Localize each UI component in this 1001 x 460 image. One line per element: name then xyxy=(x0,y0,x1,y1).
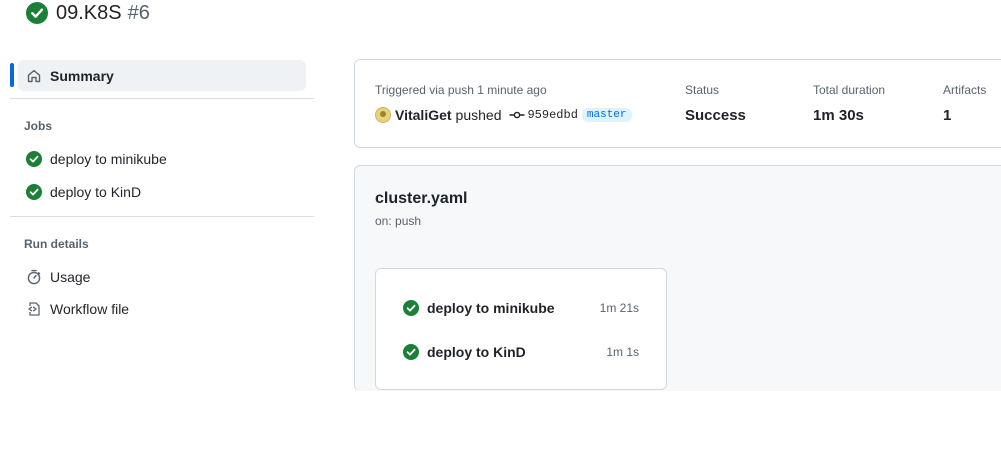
trigger-info: Triggered via push 1 minute ago VitaliGe… xyxy=(375,83,632,124)
git-commit-icon xyxy=(509,111,526,119)
sidebar-item-label: Workflow file xyxy=(50,301,130,317)
job-name: deploy to minikube xyxy=(427,300,555,316)
file-code-icon xyxy=(28,302,40,316)
divider xyxy=(10,216,314,217)
home-icon xyxy=(27,69,41,82)
actor-link[interactable]: VitaliGet xyxy=(395,107,452,123)
branch-badge[interactable]: master xyxy=(581,108,632,122)
artifacts-label: Artifacts xyxy=(943,83,987,97)
check-circle-icon xyxy=(26,151,42,167)
check-circle-icon xyxy=(26,184,42,200)
sidebar-item-label: Summary xyxy=(50,67,114,84)
run-details-heading: Run details xyxy=(24,237,89,251)
commit-sha-link[interactable]: 959edbd xyxy=(527,108,577,122)
run-summary-card: Triggered via push 1 minute ago VitaliGe… xyxy=(354,59,1001,148)
duration-value[interactable]: 1m 30s xyxy=(813,106,885,124)
graph-job-kind[interactable]: deploy to KinD 1m 1s xyxy=(403,343,639,361)
workflow-graph-panel: cluster.yaml on: push deploy to minikube… xyxy=(354,165,1001,391)
sidebar-item-usage[interactable]: Usage xyxy=(18,263,306,291)
job-name: deploy to KinD xyxy=(427,344,526,360)
status-label: Status xyxy=(685,83,720,97)
sidebar-item-label: deploy to KinD xyxy=(50,184,142,200)
status-info: Status Success xyxy=(685,83,746,124)
duration-label: Total duration xyxy=(813,83,886,97)
action-text: pushed xyxy=(455,107,502,123)
divider xyxy=(10,98,314,99)
sidebar-item-workflow-file[interactable]: Workflow file xyxy=(18,295,306,323)
graph-job-minikube[interactable]: deploy to minikube 1m 21s xyxy=(403,299,639,317)
job-duration: 1m 1s xyxy=(606,345,639,359)
sidebar: Summary Jobs deploy to minikube deploy t… xyxy=(0,0,320,460)
job-group-box: deploy to minikube 1m 21s deploy to KinD… xyxy=(375,268,667,390)
workflow-name: cluster.yaml xyxy=(375,190,468,207)
jobs-heading: Jobs xyxy=(24,119,53,133)
avatar[interactable] xyxy=(375,107,391,123)
trigger-label: Triggered via push 1 minute ago xyxy=(375,83,547,97)
sidebar-item-job-minikube[interactable]: deploy to minikube xyxy=(18,145,306,173)
check-circle-icon xyxy=(403,300,419,316)
stopwatch-icon xyxy=(27,269,41,285)
sidebar-item-label: Usage xyxy=(50,269,91,285)
workflow-trigger: on: push xyxy=(375,214,422,228)
sidebar-item-summary[interactable]: Summary xyxy=(18,60,306,91)
job-duration: 1m 21s xyxy=(599,301,639,315)
active-indicator xyxy=(10,63,14,87)
duration-info: Total duration 1m 30s xyxy=(813,83,885,124)
sidebar-item-label: deploy to minikube xyxy=(50,151,167,167)
artifacts-value[interactable]: 1 xyxy=(943,106,986,124)
check-circle-icon xyxy=(403,344,419,360)
sidebar-item-job-kind[interactable]: deploy to KinD xyxy=(18,178,306,206)
status-value: Success xyxy=(685,106,746,124)
artifacts-info: Artifacts 1 xyxy=(943,83,986,124)
